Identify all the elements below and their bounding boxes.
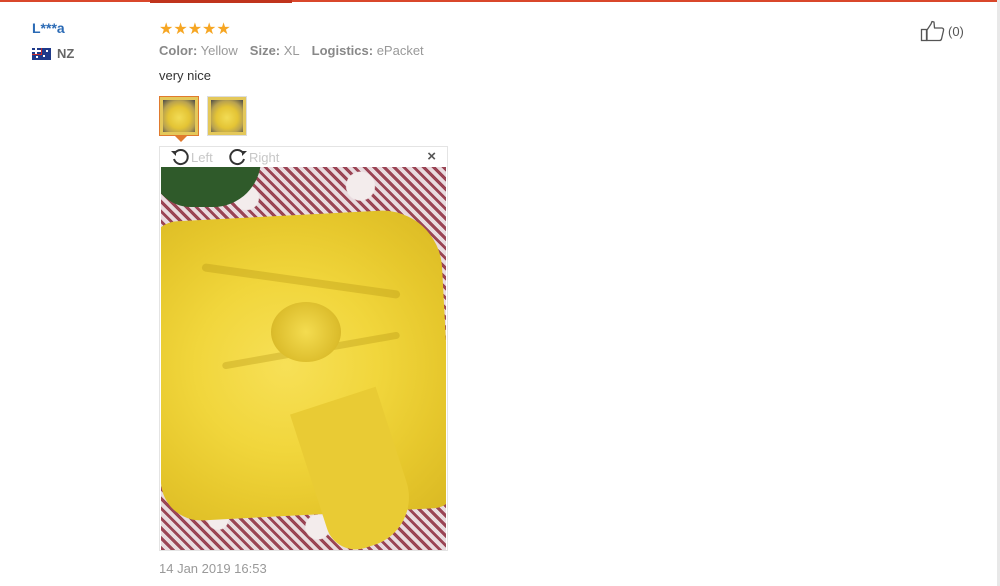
rotate-left-button[interactable]: Left bbox=[170, 147, 213, 167]
size-property: Size: XL bbox=[249, 43, 300, 58]
order-properties: Color: Yellow Size: XL Logistics: ePacke… bbox=[159, 43, 424, 58]
photo-thumbnail[interactable] bbox=[159, 96, 199, 136]
reviewer-country: NZ bbox=[32, 46, 74, 61]
rotate-right-button[interactable]: Right bbox=[228, 147, 279, 167]
star-rating: ★ ★ ★ ★ ★ bbox=[159, 19, 231, 39]
nz-flag-icon bbox=[32, 47, 51, 60]
photo-viewer: Left Right × bbox=[159, 146, 448, 551]
review-text: very nice bbox=[159, 68, 212, 83]
top-divider bbox=[0, 0, 1000, 3]
selected-thumbnail-caret bbox=[175, 136, 187, 142]
active-tab-indicator bbox=[150, 0, 292, 3]
reviewer-name[interactable]: L***a bbox=[32, 20, 65, 36]
photo-thumbnail[interactable] bbox=[207, 96, 247, 136]
rotate-left-icon bbox=[171, 149, 189, 166]
rotate-right-icon bbox=[229, 149, 247, 166]
helpful-button[interactable]: (0) bbox=[920, 20, 964, 42]
review-timestamp: 14 Jan 2019 16:53 bbox=[159, 561, 267, 576]
logistics-property: Logistics: ePacket bbox=[311, 43, 424, 58]
country-code: NZ bbox=[57, 46, 75, 61]
star-icon: ★ bbox=[216, 21, 230, 38]
review-photo bbox=[161, 167, 446, 550]
color-property: Color: Yellow bbox=[159, 43, 238, 58]
star-icon: ★ bbox=[173, 21, 187, 38]
helpful-count: (0) bbox=[948, 23, 964, 39]
thumbs-up-icon bbox=[920, 20, 945, 42]
star-icon: ★ bbox=[159, 21, 173, 38]
close-icon[interactable]: × bbox=[427, 149, 436, 164]
star-icon: ★ bbox=[187, 21, 202, 38]
star-icon: ★ bbox=[202, 21, 216, 38]
photo-viewer-toolbar: Left Right × bbox=[160, 147, 447, 167]
